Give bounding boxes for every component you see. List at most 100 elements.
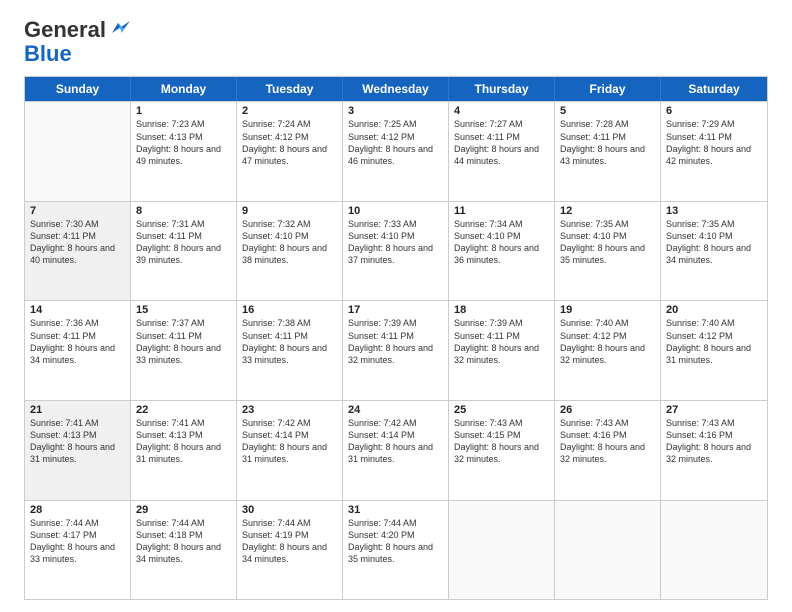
calendar-body: 1Sunrise: 7:23 AM Sunset: 4:13 PM Daylig… bbox=[25, 101, 767, 599]
day-info: Sunrise: 7:43 AM Sunset: 4:16 PM Dayligh… bbox=[560, 417, 655, 466]
calendar-cell: 24Sunrise: 7:42 AM Sunset: 4:14 PM Dayli… bbox=[343, 401, 449, 500]
day-number: 30 bbox=[242, 504, 337, 516]
day-number: 14 bbox=[30, 304, 125, 316]
day-info: Sunrise: 7:29 AM Sunset: 4:11 PM Dayligh… bbox=[666, 118, 762, 167]
calendar-cell: 20Sunrise: 7:40 AM Sunset: 4:12 PM Dayli… bbox=[661, 301, 767, 400]
day-info: Sunrise: 7:44 AM Sunset: 4:18 PM Dayligh… bbox=[136, 517, 231, 566]
col-header-monday: Monday bbox=[131, 77, 237, 101]
calendar-cell: 6Sunrise: 7:29 AM Sunset: 4:11 PM Daylig… bbox=[661, 102, 767, 201]
day-info: Sunrise: 7:35 AM Sunset: 4:10 PM Dayligh… bbox=[666, 218, 762, 267]
calendar-cell bbox=[661, 501, 767, 600]
day-number: 19 bbox=[560, 304, 655, 316]
calendar-cell: 27Sunrise: 7:43 AM Sunset: 4:16 PM Dayli… bbox=[661, 401, 767, 500]
day-number: 27 bbox=[666, 404, 762, 416]
day-info: Sunrise: 7:40 AM Sunset: 4:12 PM Dayligh… bbox=[560, 317, 655, 366]
calendar: SundayMondayTuesdayWednesdayThursdayFrid… bbox=[24, 76, 768, 600]
week-row-5: 28Sunrise: 7:44 AM Sunset: 4:17 PM Dayli… bbox=[25, 500, 767, 600]
calendar-cell: 19Sunrise: 7:40 AM Sunset: 4:12 PM Dayli… bbox=[555, 301, 661, 400]
day-info: Sunrise: 7:37 AM Sunset: 4:11 PM Dayligh… bbox=[136, 317, 231, 366]
calendar-cell: 10Sunrise: 7:33 AM Sunset: 4:10 PM Dayli… bbox=[343, 202, 449, 301]
calendar-header: SundayMondayTuesdayWednesdayThursdayFrid… bbox=[25, 77, 767, 101]
day-info: Sunrise: 7:32 AM Sunset: 4:10 PM Dayligh… bbox=[242, 218, 337, 267]
day-number: 28 bbox=[30, 504, 125, 516]
col-header-thursday: Thursday bbox=[449, 77, 555, 101]
day-number: 13 bbox=[666, 205, 762, 217]
day-info: Sunrise: 7:44 AM Sunset: 4:17 PM Dayligh… bbox=[30, 517, 125, 566]
day-info: Sunrise: 7:41 AM Sunset: 4:13 PM Dayligh… bbox=[30, 417, 125, 466]
calendar-cell: 21Sunrise: 7:41 AM Sunset: 4:13 PM Dayli… bbox=[25, 401, 131, 500]
calendar-cell: 4Sunrise: 7:27 AM Sunset: 4:11 PM Daylig… bbox=[449, 102, 555, 201]
page: General Blue SundayMondayTuesdayWednesda… bbox=[0, 0, 792, 612]
calendar-cell: 8Sunrise: 7:31 AM Sunset: 4:11 PM Daylig… bbox=[131, 202, 237, 301]
day-number: 3 bbox=[348, 105, 443, 117]
day-info: Sunrise: 7:36 AM Sunset: 4:11 PM Dayligh… bbox=[30, 317, 125, 366]
day-number: 5 bbox=[560, 105, 655, 117]
day-number: 17 bbox=[348, 304, 443, 316]
day-info: Sunrise: 7:40 AM Sunset: 4:12 PM Dayligh… bbox=[666, 317, 762, 366]
calendar-cell: 29Sunrise: 7:44 AM Sunset: 4:18 PM Dayli… bbox=[131, 501, 237, 600]
week-row-3: 14Sunrise: 7:36 AM Sunset: 4:11 PM Dayli… bbox=[25, 300, 767, 400]
day-info: Sunrise: 7:42 AM Sunset: 4:14 PM Dayligh… bbox=[348, 417, 443, 466]
day-number: 21 bbox=[30, 404, 125, 416]
calendar-cell: 31Sunrise: 7:44 AM Sunset: 4:20 PM Dayli… bbox=[343, 501, 449, 600]
calendar-cell: 15Sunrise: 7:37 AM Sunset: 4:11 PM Dayli… bbox=[131, 301, 237, 400]
calendar-cell: 28Sunrise: 7:44 AM Sunset: 4:17 PM Dayli… bbox=[25, 501, 131, 600]
calendar-cell: 11Sunrise: 7:34 AM Sunset: 4:10 PM Dayli… bbox=[449, 202, 555, 301]
day-number: 9 bbox=[242, 205, 337, 217]
calendar-cell: 1Sunrise: 7:23 AM Sunset: 4:13 PM Daylig… bbox=[131, 102, 237, 201]
day-info: Sunrise: 7:35 AM Sunset: 4:10 PM Dayligh… bbox=[560, 218, 655, 267]
day-info: Sunrise: 7:23 AM Sunset: 4:13 PM Dayligh… bbox=[136, 118, 231, 167]
col-header-saturday: Saturday bbox=[661, 77, 767, 101]
day-number: 4 bbox=[454, 105, 549, 117]
calendar-cell: 16Sunrise: 7:38 AM Sunset: 4:11 PM Dayli… bbox=[237, 301, 343, 400]
logo-general-text: General bbox=[24, 18, 106, 42]
logo: General Blue bbox=[24, 18, 130, 66]
day-info: Sunrise: 7:44 AM Sunset: 4:20 PM Dayligh… bbox=[348, 517, 443, 566]
day-number: 31 bbox=[348, 504, 443, 516]
day-info: Sunrise: 7:39 AM Sunset: 4:11 PM Dayligh… bbox=[454, 317, 549, 366]
day-number: 15 bbox=[136, 304, 231, 316]
day-info: Sunrise: 7:33 AM Sunset: 4:10 PM Dayligh… bbox=[348, 218, 443, 267]
calendar-cell: 14Sunrise: 7:36 AM Sunset: 4:11 PM Dayli… bbox=[25, 301, 131, 400]
day-number: 23 bbox=[242, 404, 337, 416]
day-info: Sunrise: 7:25 AM Sunset: 4:12 PM Dayligh… bbox=[348, 118, 443, 167]
day-number: 20 bbox=[666, 304, 762, 316]
day-info: Sunrise: 7:24 AM Sunset: 4:12 PM Dayligh… bbox=[242, 118, 337, 167]
calendar-cell: 26Sunrise: 7:43 AM Sunset: 4:16 PM Dayli… bbox=[555, 401, 661, 500]
day-number: 2 bbox=[242, 105, 337, 117]
calendar-cell bbox=[555, 501, 661, 600]
calendar-cell: 13Sunrise: 7:35 AM Sunset: 4:10 PM Dayli… bbox=[661, 202, 767, 301]
week-row-2: 7Sunrise: 7:30 AM Sunset: 4:11 PM Daylig… bbox=[25, 201, 767, 301]
day-number: 1 bbox=[136, 105, 231, 117]
calendar-cell bbox=[449, 501, 555, 600]
day-number: 16 bbox=[242, 304, 337, 316]
calendar-cell: 3Sunrise: 7:25 AM Sunset: 4:12 PM Daylig… bbox=[343, 102, 449, 201]
col-header-sunday: Sunday bbox=[25, 77, 131, 101]
col-header-wednesday: Wednesday bbox=[343, 77, 449, 101]
day-number: 8 bbox=[136, 205, 231, 217]
day-number: 26 bbox=[560, 404, 655, 416]
day-number: 6 bbox=[666, 105, 762, 117]
day-info: Sunrise: 7:27 AM Sunset: 4:11 PM Dayligh… bbox=[454, 118, 549, 167]
day-info: Sunrise: 7:39 AM Sunset: 4:11 PM Dayligh… bbox=[348, 317, 443, 366]
col-header-tuesday: Tuesday bbox=[237, 77, 343, 101]
header: General Blue bbox=[24, 18, 768, 66]
day-info: Sunrise: 7:42 AM Sunset: 4:14 PM Dayligh… bbox=[242, 417, 337, 466]
day-number: 11 bbox=[454, 205, 549, 217]
day-number: 7 bbox=[30, 205, 125, 217]
day-info: Sunrise: 7:31 AM Sunset: 4:11 PM Dayligh… bbox=[136, 218, 231, 267]
col-header-friday: Friday bbox=[555, 77, 661, 101]
calendar-cell: 22Sunrise: 7:41 AM Sunset: 4:13 PM Dayli… bbox=[131, 401, 237, 500]
day-info: Sunrise: 7:28 AM Sunset: 4:11 PM Dayligh… bbox=[560, 118, 655, 167]
day-number: 18 bbox=[454, 304, 549, 316]
calendar-cell: 7Sunrise: 7:30 AM Sunset: 4:11 PM Daylig… bbox=[25, 202, 131, 301]
day-info: Sunrise: 7:30 AM Sunset: 4:11 PM Dayligh… bbox=[30, 218, 125, 267]
day-info: Sunrise: 7:43 AM Sunset: 4:15 PM Dayligh… bbox=[454, 417, 549, 466]
day-info: Sunrise: 7:44 AM Sunset: 4:19 PM Dayligh… bbox=[242, 517, 337, 566]
day-number: 24 bbox=[348, 404, 443, 416]
day-number: 12 bbox=[560, 205, 655, 217]
logo-blue-text: Blue bbox=[24, 42, 72, 66]
calendar-cell: 2Sunrise: 7:24 AM Sunset: 4:12 PM Daylig… bbox=[237, 102, 343, 201]
day-info: Sunrise: 7:43 AM Sunset: 4:16 PM Dayligh… bbox=[666, 417, 762, 466]
week-row-1: 1Sunrise: 7:23 AM Sunset: 4:13 PM Daylig… bbox=[25, 101, 767, 201]
